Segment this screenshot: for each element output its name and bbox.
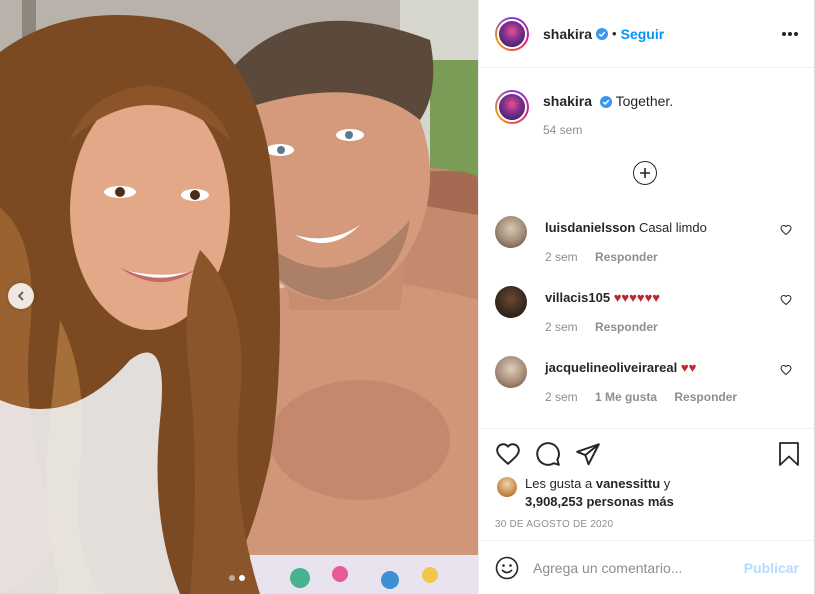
post-actions-section: Les gusta a vanessittu y 3,908,253 perso… <box>479 428 815 540</box>
post-caption: shakira Together. 54 sem <box>495 90 673 137</box>
verified-badge-icon <box>596 27 609 40</box>
comment-reply-button[interactable]: Responder <box>674 390 737 404</box>
comment-age: 2 sem <box>545 320 578 334</box>
commenter-avatar[interactable] <box>495 286 527 318</box>
carousel-dot <box>229 575 235 581</box>
publish-button[interactable]: Publicar <box>744 560 799 576</box>
commenter-avatar[interactable] <box>495 216 527 248</box>
caption-avatar[interactable] <box>495 90 529 124</box>
comment-username[interactable]: luisdanielsson <box>545 220 635 235</box>
comment-username[interactable]: jacquelineoliveirareal <box>545 360 677 375</box>
likes-count[interactable]: 3,908,253 personas más <box>525 494 674 509</box>
author-avatar[interactable] <box>495 16 529 51</box>
liker-username[interactable]: vanessittu <box>596 476 660 491</box>
load-more-comments-button[interactable] <box>633 161 657 185</box>
caption-age: 54 sem <box>543 123 583 137</box>
emoji-icon[interactable] <box>495 556 519 580</box>
author-username[interactable]: shakira <box>543 26 592 42</box>
comment-age: 2 sem <box>545 390 578 404</box>
comment-reply-button[interactable]: Responder <box>595 320 658 334</box>
heart-icon[interactable] <box>495 441 521 467</box>
verified-badge-icon <box>599 96 612 109</box>
comment-input[interactable] <box>533 559 733 576</box>
save-button[interactable] <box>777 441 801 472</box>
comment-item: jacquelineoliveirareal ♥♥ 2 sem 1 Me gus… <box>495 356 800 404</box>
caption-text: Together. <box>615 93 674 109</box>
comment-likes-button[interactable]: 1 Me gusta <box>595 390 657 404</box>
liker-avatar[interactable] <box>497 477 517 497</box>
carousel-dot-active <box>239 575 245 581</box>
post-sidebar: shakira • Seguir shakira Together. 54 se… <box>478 0 815 594</box>
comment-age: 2 sem <box>545 250 578 264</box>
header-separator: • <box>612 26 617 41</box>
comment-username[interactable]: villacis105 <box>545 290 610 305</box>
comment-text: Casal limdo <box>638 220 707 235</box>
carousel-indicator <box>229 575 245 581</box>
caption-username[interactable]: shakira <box>543 93 592 109</box>
add-comment-bar: Publicar <box>479 540 815 594</box>
follow-button[interactable]: Seguir <box>621 26 665 42</box>
heart-icon[interactable] <box>780 364 792 376</box>
comment-text: ♥♥ <box>680 360 697 375</box>
likes-prefix: Les gusta a <box>525 476 593 491</box>
post-header: shakira • Seguir <box>479 0 814 68</box>
comment-item: villacis105 ♥♥♥♥♥♥ 2 sem Responder <box>495 286 800 334</box>
post-image <box>0 0 478 594</box>
likes-summary: Les gusta a vanessittu y 3,908,253 perso… <box>497 475 674 511</box>
carousel-prev-button[interactable] <box>8 283 34 309</box>
commenter-avatar[interactable] <box>495 356 527 388</box>
heart-icon[interactable] <box>780 294 792 306</box>
post-photo-illustration <box>0 0 478 594</box>
action-bar <box>495 441 601 467</box>
comment-item: luisdanielsson Casal limdo 2 sem Respond… <box>495 216 800 264</box>
heart-icon[interactable] <box>780 224 792 236</box>
comment-text: ♥♥♥♥♥♥ <box>613 290 660 305</box>
plus-circle-icon <box>640 168 650 178</box>
chevron-left-icon <box>17 291 24 301</box>
post-date[interactable]: 30 DE AGOSTO DE 2020 <box>495 519 613 530</box>
comment-icon[interactable] <box>535 441 561 467</box>
share-icon[interactable] <box>575 441 601 467</box>
comment-reply-button[interactable]: Responder <box>595 250 658 264</box>
bookmark-icon <box>779 442 799 466</box>
likes-suffix: y <box>663 476 671 491</box>
more-options-icon[interactable] <box>782 31 798 36</box>
